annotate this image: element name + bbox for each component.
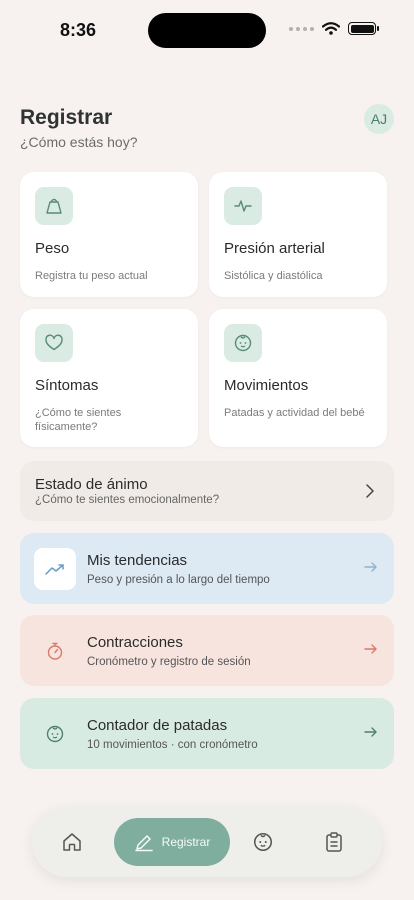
card-sintomas[interactable]: Síntomas ¿Cómo te sientes físicamente? [20, 309, 198, 447]
battery-icon [348, 22, 379, 35]
card-title: Peso [35, 240, 70, 257]
row-desc: 10 movimientos · con cronómetro [87, 739, 258, 751]
pen-icon [134, 835, 153, 852]
home-icon [63, 833, 81, 851]
clipboard-icon [326, 832, 342, 852]
baby-icon [253, 832, 273, 852]
mood-desc: ¿Cómo te sientes emocionalmente? [35, 494, 220, 506]
card-title: Presión arterial [224, 240, 325, 257]
card-desc: ¿Cómo te sientes físicamente? [35, 407, 122, 433]
row-title: Mis tendencias [87, 552, 188, 569]
row-desc: Peso y presión a lo largo del tiempo [87, 574, 270, 586]
page-subtitle: ¿Cómo estás hoy? [20, 134, 138, 150]
row-title: Contracciones [87, 634, 183, 651]
wifi-icon [322, 22, 340, 35]
tab-home[interactable] [52, 821, 92, 863]
card-presion[interactable]: Presión arterial Sistólica y diastólica [209, 172, 387, 297]
avatar[interactable]: AJ [364, 104, 394, 134]
mood-title: Estado de ánimo [35, 476, 148, 493]
row-title: Contador de patadas [87, 717, 228, 734]
arrow-right-icon [364, 562, 377, 572]
row-tendencias[interactable]: Mis tendencias Peso y presión a lo largo… [20, 533, 394, 604]
arrow-right-icon [364, 644, 377, 654]
trend-icon [34, 548, 76, 590]
card-title: Síntomas [35, 377, 99, 394]
status-icons [289, 22, 379, 35]
status-time: 8:36 [60, 20, 97, 40]
tab-bar: Registrar [32, 807, 382, 877]
stopwatch-icon [34, 630, 76, 672]
pulse-icon [224, 187, 262, 225]
card-desc: Registra tu peso actual [35, 270, 148, 282]
page-header: Registrar ¿Cómo estás hoy? [20, 106, 138, 150]
dynamic-island [148, 13, 266, 48]
row-contador-patadas[interactable]: Contador de patadas 10 movimientos · con… [20, 698, 394, 769]
row-contracciones[interactable]: Contracciones Cronómetro y registro de s… [20, 615, 394, 686]
weight-icon [35, 187, 73, 225]
mood-row[interactable]: Estado de ánimo ¿Cómo te sientes emocion… [20, 461, 394, 521]
chevron-right-icon [366, 484, 374, 498]
card-title: Movimientos [224, 377, 309, 394]
arrow-right-icon [364, 727, 377, 737]
page-title: Registrar [20, 106, 113, 129]
signal-icon [289, 26, 314, 31]
heart-icon [35, 324, 73, 362]
card-movimientos[interactable]: Movimientos Patadas y actividad del bebé [209, 309, 387, 447]
row-desc: Cronómetro y registro de sesión [87, 656, 251, 668]
baby-icon [34, 713, 76, 755]
card-desc: Sistólica y diastólica [224, 270, 323, 282]
tab-registrar-label: Registrar [161, 835, 211, 849]
card-peso[interactable]: Peso Registra tu peso actual [20, 172, 198, 297]
card-desc: Patadas y actividad del bebé [224, 407, 365, 419]
tab-checklist[interactable] [314, 821, 354, 863]
status-bar: 8:36 [0, 0, 414, 60]
tab-baby[interactable] [243, 821, 283, 863]
baby-icon [224, 324, 262, 362]
tab-registrar[interactable]: Registrar [114, 818, 230, 866]
